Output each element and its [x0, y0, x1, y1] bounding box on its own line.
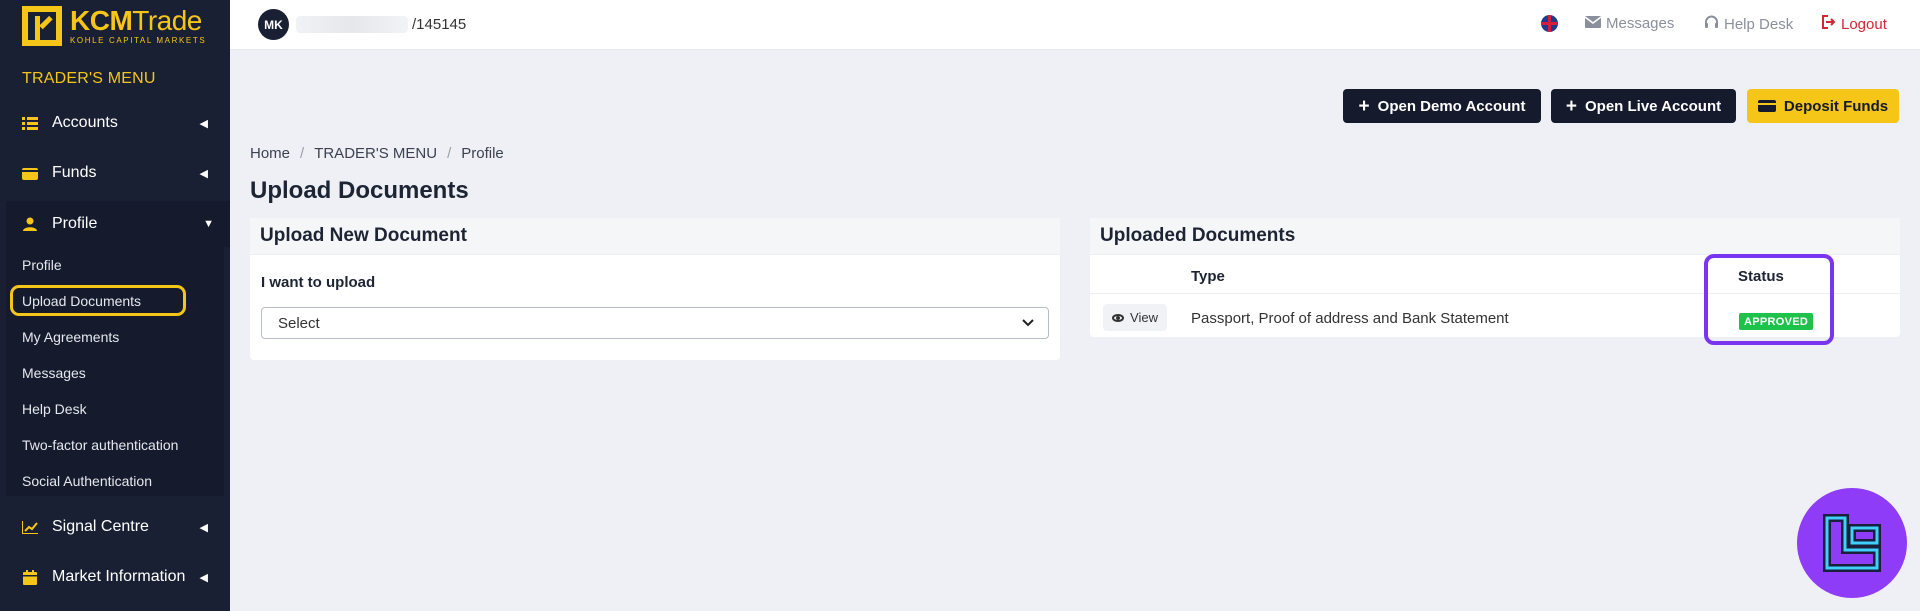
- brand-tagline: KOHLE CAPITAL MARKETS: [70, 36, 207, 45]
- redacted-username: [296, 16, 408, 33]
- traders-menu-title: TRADER'S MENU: [22, 70, 156, 87]
- chevron-left-icon: ◀: [199, 167, 208, 180]
- help-desk-label: Help Desk: [1724, 16, 1794, 33]
- user-icon: [22, 217, 38, 231]
- calendar-icon: [22, 569, 38, 585]
- plus-icon: +: [1358, 95, 1370, 117]
- sidebar-item-label: Signal Centre: [52, 518, 149, 535]
- breadcrumb: Home / TRADER'S MENU / Profile: [250, 145, 504, 162]
- submenu-item-profile[interactable]: Profile: [22, 257, 62, 273]
- open-demo-account-button[interactable]: + Open Demo Account: [1343, 89, 1541, 123]
- watermark-logo: [1797, 488, 1907, 598]
- view-document-button[interactable]: View: [1103, 304, 1167, 331]
- breadcrumb-separator: /: [300, 145, 305, 162]
- open-demo-account-label: Open Demo Account: [1377, 97, 1526, 115]
- page-title: Upload Documents: [250, 177, 469, 204]
- view-label: View: [1130, 310, 1158, 325]
- headset-icon: [1704, 15, 1719, 34]
- chevron-down-icon: [1022, 315, 1034, 330]
- submenu-item-two-factor-authentication[interactable]: Two-factor authentication: [22, 437, 178, 453]
- uploaded-panel-title: Uploaded Documents: [1090, 218, 1900, 255]
- credit-card-icon: [1757, 100, 1776, 112]
- messages-link[interactable]: Messages: [1584, 15, 1675, 32]
- sidebar-item-label: Market Information: [52, 568, 186, 585]
- submenu-item-my-agreements[interactable]: My Agreements: [22, 329, 119, 345]
- breadcrumb-profile: Profile: [461, 145, 504, 162]
- upload-field-label: I want to upload: [261, 274, 376, 291]
- upload-new-document-panel: Upload New Document I want to upload Sel…: [250, 218, 1060, 360]
- submenu-item-messages[interactable]: Messages: [22, 365, 86, 381]
- account-id: /145145: [412, 16, 467, 33]
- logout-label: Logout: [1841, 15, 1887, 33]
- eye-icon: [1112, 313, 1125, 322]
- breadcrumb-home[interactable]: Home: [250, 145, 290, 162]
- open-live-account-button[interactable]: + Open Live Account: [1551, 89, 1736, 123]
- help-desk-link[interactable]: Help Desk: [1704, 15, 1793, 34]
- messages-label: Messages: [1606, 15, 1675, 32]
- chevron-left-icon: ◀: [199, 521, 208, 534]
- document-type-cell: Passport, Proof of address and Bank Stat…: [1191, 310, 1509, 327]
- top-bar: MK /145145 Messages Help Desk Logout: [230, 0, 1920, 50]
- sidebar-item-funds[interactable]: Funds ◀: [0, 150, 230, 196]
- wallet-icon: [22, 166, 38, 180]
- list-icon: [22, 116, 38, 130]
- breadcrumb-traders-menu[interactable]: TRADER'S MENU: [314, 145, 437, 162]
- logout-icon: [1821, 15, 1836, 33]
- sidebar-item-label: Funds: [52, 164, 97, 181]
- sidebar: KCMTrade KOHLE CAPITAL MARKETS TRADER'S …: [0, 0, 230, 611]
- logout-link[interactable]: Logout: [1821, 15, 1887, 33]
- status-highlight-box: [1704, 254, 1834, 345]
- open-live-account-label: Open Live Account: [1584, 97, 1722, 115]
- chevron-left-icon: ◀: [199, 117, 208, 130]
- deposit-funds-label: Deposit Funds: [1783, 97, 1889, 115]
- chevron-down-icon: ▼: [203, 218, 214, 230]
- avatar[interactable]: MK: [258, 9, 289, 40]
- submenu-item-help-desk[interactable]: Help Desk: [22, 401, 87, 417]
- envelope-icon: [1584, 15, 1602, 32]
- sidebar-item-market-information[interactable]: Market Information ◀: [0, 554, 230, 600]
- brand-logo[interactable]: KCMTrade KOHLE CAPITAL MARKETS: [22, 6, 206, 46]
- brand-name: KCMTrade: [70, 5, 202, 36]
- document-type-select[interactable]: Select: [261, 307, 1049, 339]
- sidebar-item-label: Accounts: [52, 114, 118, 131]
- upload-panel-title: Upload New Document: [250, 218, 1060, 255]
- submenu-item-social-authentication[interactable]: Social Authentication: [22, 473, 152, 489]
- sidebar-item-label: Profile: [52, 215, 98, 232]
- sidebar-item-signal-centre[interactable]: Signal Centre ◀: [0, 504, 230, 550]
- chevron-left-icon: ◀: [199, 571, 208, 584]
- profile-submenu: Profile Upload Documents My Agreements M…: [6, 246, 224, 496]
- kcm-logo-icon: [22, 6, 62, 46]
- breadcrumb-separator: /: [447, 145, 452, 162]
- watermark-logo-icon: [1823, 514, 1881, 572]
- sidebar-item-profile[interactable]: Profile ▼: [6, 201, 230, 247]
- active-item-highlight: [10, 285, 186, 316]
- deposit-funds-button[interactable]: Deposit Funds: [1747, 89, 1899, 123]
- column-header-type: Type: [1191, 268, 1225, 285]
- language-flag-icon[interactable]: [1541, 15, 1558, 32]
- sidebar-item-accounts[interactable]: Accounts ◀: [0, 100, 230, 146]
- chart-icon: [22, 520, 38, 534]
- plus-icon: +: [1565, 95, 1577, 117]
- select-value: Select: [278, 314, 320, 332]
